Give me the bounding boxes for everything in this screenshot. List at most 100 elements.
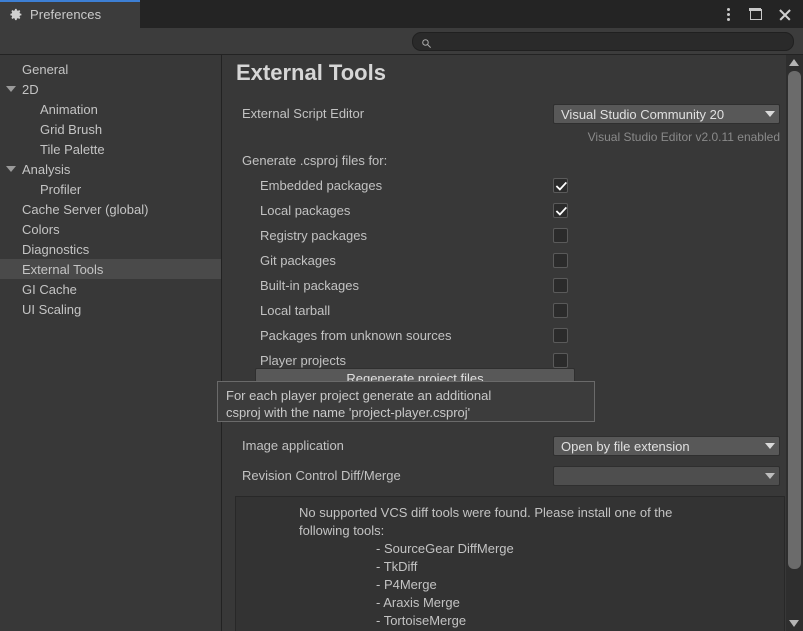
close-icon[interactable] [771,0,797,28]
sidebar-item-label: Analysis [22,161,71,177]
sidebar-item-ui-scaling[interactable]: UI Scaling [0,299,221,319]
tab-preferences[interactable]: Preferences [0,0,140,28]
sidebar-item-label: GI Cache [22,281,77,297]
sidebar-item-profiler[interactable]: Profiler [0,179,221,199]
vcs-tool-item: - TortoiseMerge [376,613,467,628]
tooltip-line-1: For each player project generate an addi… [226,388,492,403]
sidebar-item-label: Colors [22,221,60,237]
csproj-heading-row: Generate .csproj files for: [223,150,780,174]
csproj-option-label: Packages from unknown sources [260,328,452,343]
sidebar-item-colors[interactable]: Colors [0,219,221,239]
vcs-info-line-2: following tools: [299,523,385,538]
kebab-menu-icon[interactable] [715,0,741,28]
settings-sidebar: General 2D Animation Grid Brush Tile Palette… [0,55,222,631]
csproj-option-checkbox[interactable] [553,328,568,343]
image-application-row: Image application Open by file extension [223,435,780,459]
scroll-up-arrow-icon[interactable] [789,59,799,66]
csproj-option-checkbox[interactable] [553,178,568,193]
vcs-info-line-1: No supported VCS diff tools were found. … [299,505,673,520]
toolbar [0,28,803,55]
page-title: External Tools [236,60,386,85]
sidebar-item-external-tools[interactable]: External Tools [0,259,221,279]
expand-caret-icon[interactable] [0,86,22,92]
csproj-option-row: Registry packages [223,225,780,249]
vcs-tools-list: - SourceGear DiffMerge - TkDiff - P4Merge -… [246,540,774,630]
title-bar: Preferences [0,0,803,28]
csproj-option-label: Local packages [260,203,351,218]
csproj-option-checkbox[interactable] [553,228,568,243]
csproj-option-label: Player projects [260,353,346,368]
csproj-option-row: Local tarball [223,300,780,324]
csproj-option-row: Git packages [223,250,780,274]
sidebar-item-diagnostics[interactable]: Diagnostics [0,239,221,259]
csproj-heading: Generate .csproj files for: [242,153,388,168]
search-icon [421,36,432,48]
csproj-option-label: Git packages [260,253,336,268]
sidebar-item-label: Tile Palette [40,141,105,157]
csproj-option-checkbox[interactable] [553,278,568,293]
vcs-info-box: No supported VCS diff tools were found. … [235,496,785,631]
sidebar-item-label: 2D [22,81,39,97]
preferences-window: Preferences General 2D Animation Grid Br… [0,0,803,631]
csproj-option-label: Embedded packages [260,178,383,193]
sidebar-item-label: Grid Brush [40,121,103,137]
sidebar-item-2d[interactable]: 2D [0,79,221,99]
sidebar-item-gi-cache[interactable]: GI Cache [0,279,221,299]
expand-caret-icon[interactable] [0,166,22,172]
content-scrollbar[interactable] [786,55,803,631]
chevron-down-icon [765,443,775,449]
csproj-option-checkbox[interactable] [553,203,568,218]
tab-label: Preferences [30,6,102,22]
revision-control-dropdown[interactable] [553,466,780,486]
image-application-value: Open by file extension [561,438,690,454]
image-application-label: Image application [242,438,344,453]
gear-icon [10,8,23,21]
external-script-editor-row: External Script Editor Visual Studio Com… [223,103,780,127]
csproj-option-checkbox[interactable] [553,253,568,268]
csproj-option-row: Packages from unknown sources [223,325,780,349]
checkmark-icon [555,206,567,216]
sidebar-item-label: Diagnostics [22,241,90,257]
sidebar-item-cache-server-global[interactable]: Cache Server (global) [0,199,221,219]
csproj-option-label: Built-in packages [260,278,359,293]
search-box[interactable] [412,32,794,51]
vcs-tool-item: - TkDiff [376,559,418,574]
tooltip-line-2: csproj with the name 'project-player.csp… [226,405,471,420]
vcs-tool-item: - P4Merge [376,577,437,592]
external-script-editor-dropdown[interactable]: Visual Studio Community 20 [553,104,780,124]
sidebar-item-label: Animation [40,101,98,117]
vcs-tool-item: - SourceGear DiffMerge [376,541,514,556]
scrollbar-thumb[interactable] [788,71,801,569]
external-script-editor-label: External Script Editor [242,106,365,121]
csproj-option-row: Embedded packages [223,175,780,199]
revision-control-label: Revision Control Diff/Merge [242,468,401,483]
search-input[interactable] [432,35,793,48]
csproj-option-label: Local tarball [260,303,331,318]
sidebar-item-tile-palette[interactable]: Tile Palette [0,139,221,159]
external-script-editor-value: Visual Studio Community 20 [561,106,725,122]
vcs-tool-item: - Araxis Merge [376,595,460,610]
sidebar-item-animation[interactable]: Animation [0,99,221,119]
maximize-icon[interactable] [743,0,769,28]
csproj-option-checkbox[interactable] [553,353,568,368]
scroll-down-arrow-icon[interactable] [789,620,799,627]
sidebar-item-label: General [22,61,69,77]
sidebar-item-label: UI Scaling [22,301,82,317]
sidebar-item-label: External Tools [22,261,104,277]
csproj-option-row: Built-in packages [223,275,780,299]
sidebar-item-label: Profiler [40,181,82,197]
checkmark-icon [555,181,567,191]
sidebar-item-general[interactable]: General [0,59,221,79]
player-projects-tooltip: For each player project generate an addi… [217,381,595,422]
sidebar-item-label: Cache Server (global) [22,201,149,217]
sidebar-item-analysis[interactable]: Analysis [0,159,221,179]
script-editor-note: Visual Studio Editor v2.0.11 enabled [587,130,780,144]
window-controls [715,0,803,28]
csproj-option-row: Local packages [223,200,780,224]
chevron-down-icon [765,473,775,479]
content-panel: External Tools External Script Editor Vi… [223,55,803,631]
csproj-option-label: Registry packages [260,228,367,243]
image-application-dropdown[interactable]: Open by file extension [553,436,780,456]
csproj-option-checkbox[interactable] [553,303,568,318]
sidebar-item-grid-brush[interactable]: Grid Brush [0,119,221,139]
